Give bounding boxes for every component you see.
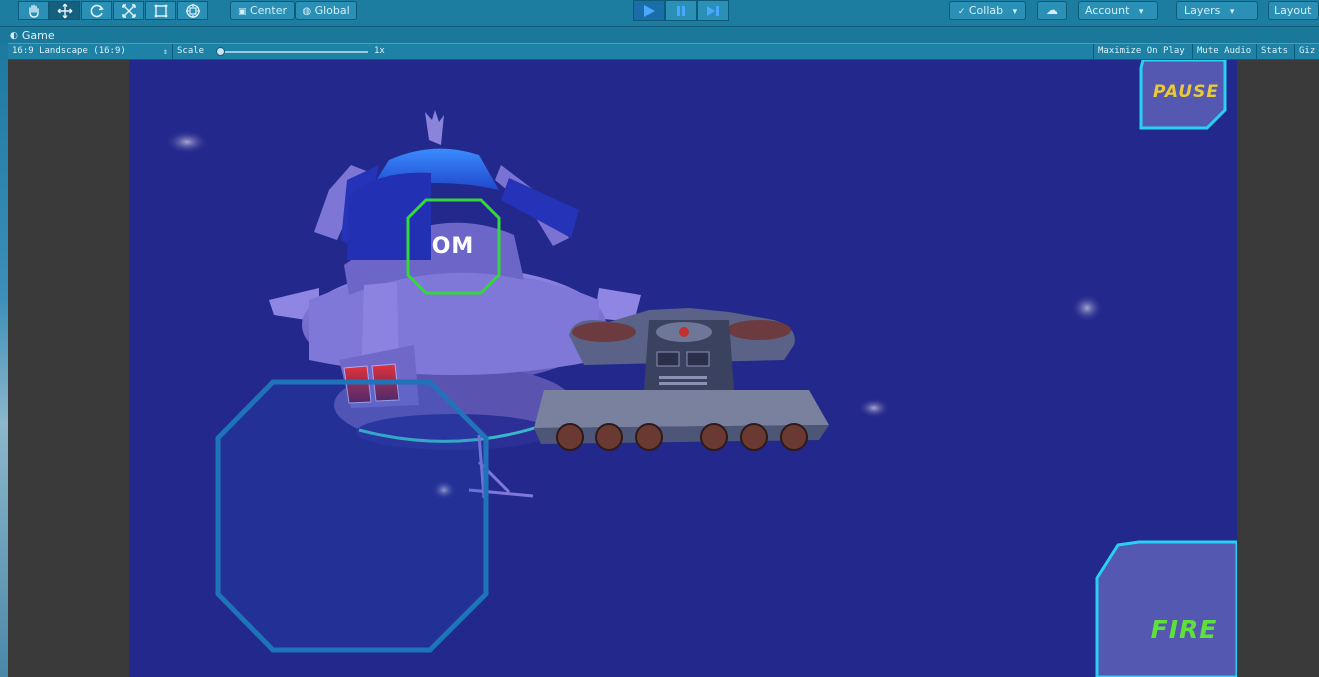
step-button[interactable]: [697, 0, 729, 21]
fire-button-frame[interactable]: [1095, 540, 1237, 677]
rect-tool-button[interactable]: [145, 1, 176, 20]
debris-particle: [858, 398, 890, 418]
hand-tool-icon: [28, 4, 39, 18]
play-icon: [644, 4, 655, 17]
rotate-tool-button[interactable]: [81, 1, 112, 20]
rotate-tool-icon: [90, 4, 104, 17]
game-view-icon: ◐: [10, 30, 18, 41]
space-label: Global: [314, 4, 350, 17]
fire-button[interactable]: FIRE: [1139, 615, 1229, 644]
debris-particle: [165, 130, 209, 154]
maximize-on-play-toggle[interactable]: Maximize On Play: [1093, 44, 1193, 60]
scale-slider[interactable]: [216, 47, 368, 56]
tank-enemy: [534, 308, 829, 451]
game-tab-label: Game: [21, 28, 55, 42]
debris-particle: [1071, 294, 1103, 322]
scale-slider-knob[interactable]: [216, 47, 225, 56]
stats-toggle[interactable]: Stats: [1257, 44, 1295, 60]
aspect-dropdown[interactable]: 16:9 Landscape (16:9) ⇕: [8, 44, 173, 60]
updown-icon: ⇕: [163, 47, 168, 56]
pivot-toggle[interactable]: ▣ Center: [230, 1, 295, 20]
collab-label: Collab: [968, 4, 1004, 17]
virtual-joystick[interactable]: [215, 379, 489, 653]
layout-dropdown[interactable]: Layout: [1268, 1, 1319, 20]
transform-tool-button[interactable]: [177, 1, 208, 20]
space-toggle[interactable]: ◍ Global: [295, 1, 357, 20]
transform-tool-icon: [185, 3, 200, 18]
game-tab[interactable]: ◐ Game: [10, 28, 55, 43]
game-viewport[interactable]: OM PAUSE FIRE: [129, 60, 1237, 677]
rect-tool-icon: [154, 4, 167, 17]
scale-tool-icon: [121, 3, 136, 18]
unity-editor-window: ▣ Center ◍ Global ✓ Collab ☁ Account Lay…: [0, 0, 1319, 677]
pivot-icon: ▣: [237, 7, 247, 17]
step-icon: [707, 5, 719, 16]
game-tab-strip: ◐ Game: [0, 27, 1319, 43]
hand-tool-button[interactable]: [18, 1, 49, 20]
cloud-button[interactable]: ☁: [1037, 1, 1067, 20]
check-icon: ✓: [957, 7, 966, 17]
gizmos-dropdown[interactable]: Giz: [1295, 44, 1319, 60]
mute-audio-toggle[interactable]: Mute Audio: [1193, 44, 1257, 60]
layout-label: Layout: [1274, 4, 1312, 17]
layers-label: Layers: [1184, 4, 1221, 17]
pause-editor-button[interactable]: [665, 0, 697, 21]
account-label: Account: [1085, 4, 1130, 17]
game-scene: [165, 60, 1237, 677]
scale-tool-button[interactable]: [113, 1, 144, 20]
move-tool-icon: [57, 3, 72, 18]
account-dropdown[interactable]: Account: [1078, 1, 1158, 20]
pause-button[interactable]: PAUSE: [1143, 82, 1229, 102]
desktop-background-strip: [0, 43, 8, 677]
globe-icon: ◍: [302, 6, 312, 17]
game-view-toolbar: 16:9 Landscape (16:9) ⇕ Scale 1x Maximiz…: [8, 43, 1319, 60]
main-toolbar: ▣ Center ◍ Global ✓ Collab ☁ Account Lay…: [0, 0, 1319, 27]
pivot-label: Center: [249, 4, 288, 17]
aspect-label: 16:9 Landscape (16:9): [12, 46, 126, 56]
scale-label: Scale: [177, 46, 205, 56]
letterbox-right: [1237, 60, 1319, 677]
target-label: OM: [431, 234, 475, 259]
move-tool-button[interactable]: [49, 1, 80, 20]
play-button[interactable]: [633, 0, 665, 21]
letterbox-left: [8, 60, 129, 677]
scale-value: 1x: [374, 46, 385, 56]
layers-dropdown[interactable]: Layers: [1176, 1, 1258, 20]
cloud-icon: ☁: [1046, 3, 1058, 17]
collab-dropdown[interactable]: ✓ Collab: [949, 1, 1026, 20]
pause-icon: [677, 5, 685, 16]
